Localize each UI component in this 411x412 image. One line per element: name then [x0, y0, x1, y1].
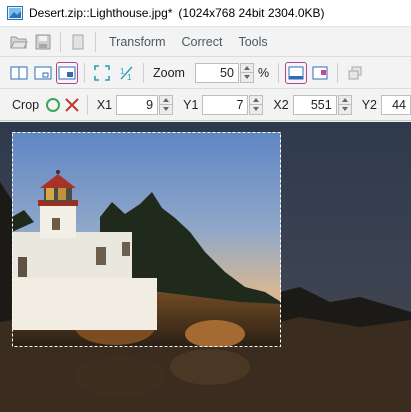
- menu-tools[interactable]: Tools: [236, 33, 269, 51]
- image-info: (1024x768 24bit 2304.0KB): [178, 6, 325, 20]
- toolbar-divider: [84, 62, 85, 83]
- lighthouse-image: [0, 122, 411, 412]
- x1-spinner[interactable]: 9: [116, 94, 174, 115]
- zoom-down-arrow-icon[interactable]: [239, 72, 254, 83]
- x1-input[interactable]: 9: [116, 94, 159, 115]
- toolbar-divider: [278, 62, 280, 83]
- zoom-unit: %: [257, 65, 270, 80]
- y1-up-arrow-icon[interactable]: [249, 94, 264, 104]
- open-folder-icon[interactable]: [8, 31, 30, 53]
- x2-down-arrow-icon[interactable]: [337, 104, 352, 115]
- save-icon[interactable]: [32, 31, 54, 53]
- zoom-label: Zoom: [153, 65, 185, 80]
- toolbar-divider: [60, 31, 61, 52]
- zoom-up-arrow-icon[interactable]: [239, 62, 254, 72]
- y2-label: Y2: [361, 97, 378, 112]
- cancel-crop-icon[interactable]: [64, 94, 81, 116]
- crop-toolbar: Crop X1 9 Y1 7 X2 551 Y2 44: [0, 89, 411, 121]
- panel-view-icon[interactable]: [56, 61, 78, 84]
- apply-crop-icon[interactable]: [44, 94, 61, 116]
- actual-size-icon[interactable]: 11: [115, 62, 137, 84]
- y1-label: Y1: [183, 97, 199, 112]
- window-title: Desert.zip::Lighthouse.jpg*: [29, 6, 173, 20]
- x1-up-arrow-icon[interactable]: [159, 94, 174, 104]
- x2-up-arrow-icon[interactable]: [337, 94, 352, 104]
- x1-down-arrow-icon[interactable]: [159, 104, 174, 115]
- thumbnail-icon[interactable]: [309, 62, 331, 84]
- toolbar-divider: [337, 62, 339, 83]
- copy-window-icon[interactable]: [344, 62, 366, 84]
- page-icon[interactable]: [67, 31, 89, 53]
- x2-input[interactable]: 551: [292, 94, 337, 115]
- window-view-icon[interactable]: [32, 62, 54, 84]
- toolbar-divider: [87, 94, 88, 115]
- y1-spinner[interactable]: 7: [202, 94, 264, 115]
- menu-transform[interactable]: Transform: [107, 33, 168, 51]
- x1-label: X1: [96, 97, 113, 112]
- y2-input[interactable]: 44: [381, 94, 411, 115]
- fit-screen-icon[interactable]: [91, 62, 113, 84]
- crop-label: Crop: [12, 97, 40, 112]
- y1-down-arrow-icon[interactable]: [249, 104, 264, 115]
- split-view-icon[interactable]: [8, 62, 30, 84]
- zoom-input[interactable]: 50: [194, 62, 239, 83]
- x2-label: X2: [273, 97, 289, 112]
- main-toolbar: Transform Correct Tools: [0, 27, 411, 57]
- y2-spinner[interactable]: 44: [381, 94, 411, 115]
- view-toolbar: 11 Zoom 50 %: [0, 57, 411, 89]
- toolbar-divider: [143, 62, 144, 83]
- image-canvas[interactable]: [0, 122, 411, 412]
- toolbar-divider: [95, 31, 96, 52]
- app-icon: [7, 6, 23, 20]
- x2-spinner[interactable]: 551: [292, 94, 352, 115]
- fullscreen-icon[interactable]: [285, 61, 308, 84]
- svg-text:1: 1: [127, 73, 132, 81]
- y1-input[interactable]: 7: [202, 94, 249, 115]
- menu-correct[interactable]: Correct: [180, 33, 225, 51]
- title-bar: Desert.zip::Lighthouse.jpg* (1024x768 24…: [0, 0, 411, 27]
- zoom-spinner[interactable]: 50: [194, 62, 254, 83]
